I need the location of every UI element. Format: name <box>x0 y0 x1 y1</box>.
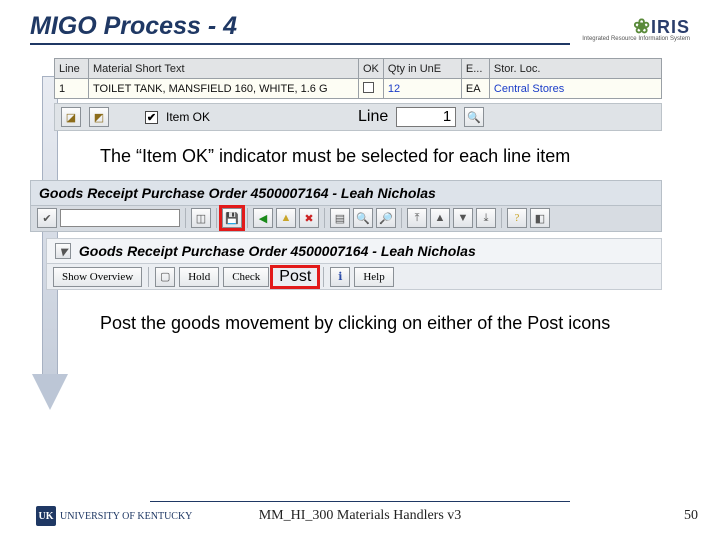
find-icon[interactable]: 🔍 <box>353 208 373 228</box>
iris-name: IRIS <box>651 17 690 37</box>
layout-icon[interactable]: ◧ <box>530 208 550 228</box>
first-icon[interactable]: ⤒ <box>407 208 427 228</box>
help-info-icon[interactable]: ℹ <box>330 267 350 287</box>
page-number: 50 <box>684 508 698 524</box>
show-overview-button[interactable]: Show Overview <box>53 267 142 287</box>
item-ok-checkbox[interactable]: ✔ <box>145 111 158 124</box>
sap-toolbar-2: Show Overview ▢ Hold Check Post ℹ Help <box>46 264 662 290</box>
check-icon[interactable]: ✔ <box>37 208 57 228</box>
footer-rule <box>150 501 570 502</box>
note-item-ok: The “Item OK” indicator must be selected… <box>100 145 640 168</box>
sap-toolbar-1: ✔ ◫ 💾 ◀ ▲ ✖ ▤ 🔍 🔎 ⤒ ▲ ▼ ⤓ ? ◧ <box>30 206 662 232</box>
hold-button[interactable]: Hold <box>179 267 219 287</box>
window-title-1: Goods Receipt Purchase Order 4500007164 … <box>30 180 662 206</box>
col-stor: Stor. Loc. <box>489 59 661 79</box>
back-icon[interactable]: ◀ <box>253 208 273 228</box>
window-title-2: ▾ Goods Receipt Purchase Order 450000716… <box>46 238 662 265</box>
exit-icon[interactable]: ▲ <box>276 208 296 228</box>
prev-icon[interactable]: ▲ <box>430 208 450 228</box>
table-row[interactable]: 1 TOILET TANK, MANSFIELD 160, WHITE, 1.6… <box>55 79 662 99</box>
command-field[interactable] <box>60 209 180 227</box>
collapse-right-icon[interactable]: ◩ <box>89 107 109 127</box>
check-button[interactable]: Check <box>223 267 269 287</box>
cell-qty[interactable]: 12 <box>383 79 461 99</box>
findnext-icon[interactable]: 🔎 <box>376 208 396 228</box>
line-search-icon[interactable]: 🔍 <box>464 107 484 127</box>
post-button[interactable]: Post <box>273 268 317 286</box>
leaf-icon: ❀ <box>633 16 651 38</box>
col-line: Line <box>55 59 89 79</box>
post-button-group: Post <box>273 268 317 286</box>
line-value-field[interactable]: 1 <box>396 107 456 127</box>
line-label: Line <box>358 108 388 126</box>
cell-material: TOILET TANK, MANSFIELD 160, WHITE, 1.6 G <box>89 79 359 99</box>
menu-icon[interactable]: ▾ <box>55 243 71 259</box>
cancel-icon[interactable]: ✖ <box>299 208 319 228</box>
footer-center: MM_HI_300 Materials Handlers v3 <box>0 508 720 524</box>
item-ok-bar: ◪ ◩ ✔ Item OK Line 1 🔍 <box>54 103 662 131</box>
cell-unit: EA <box>461 79 489 99</box>
next-icon[interactable]: ▼ <box>453 208 473 228</box>
col-qty: Qty in UnE <box>383 59 461 79</box>
help-button[interactable]: Help <box>354 267 393 287</box>
line-item-grid: Line Material Short Text OK Qty in UnE E… <box>30 58 690 131</box>
cell-ok[interactable] <box>359 79 384 99</box>
cell-stor[interactable]: Central Stores <box>489 79 661 99</box>
col-material: Material Short Text <box>89 59 359 79</box>
window-title-2-text: Goods Receipt Purchase Order 4500007164 … <box>79 243 476 259</box>
note-post: Post the goods movement by clicking on e… <box>100 312 640 335</box>
new-icon[interactable]: ▢ <box>155 267 175 287</box>
print-icon[interactable]: ▤ <box>330 208 350 228</box>
slide-title: MIGO Process - 4 <box>30 12 570 45</box>
col-unit: E... <box>461 59 489 79</box>
last-icon[interactable]: ⤓ <box>476 208 496 228</box>
item-ok-label: Item OK <box>166 110 210 124</box>
iris-subtitle: Integrated Resource Information System <box>582 36 690 42</box>
collapse-left-icon[interactable]: ◪ <box>61 107 81 127</box>
ok-checkbox-icon[interactable] <box>363 82 374 93</box>
col-ok: OK <box>359 59 384 79</box>
help-icon[interactable]: ? <box>507 208 527 228</box>
doc-icon[interactable]: ◫ <box>191 208 211 228</box>
save-post-icon[interactable]: 💾 <box>222 208 242 228</box>
cell-line: 1 <box>55 79 89 99</box>
